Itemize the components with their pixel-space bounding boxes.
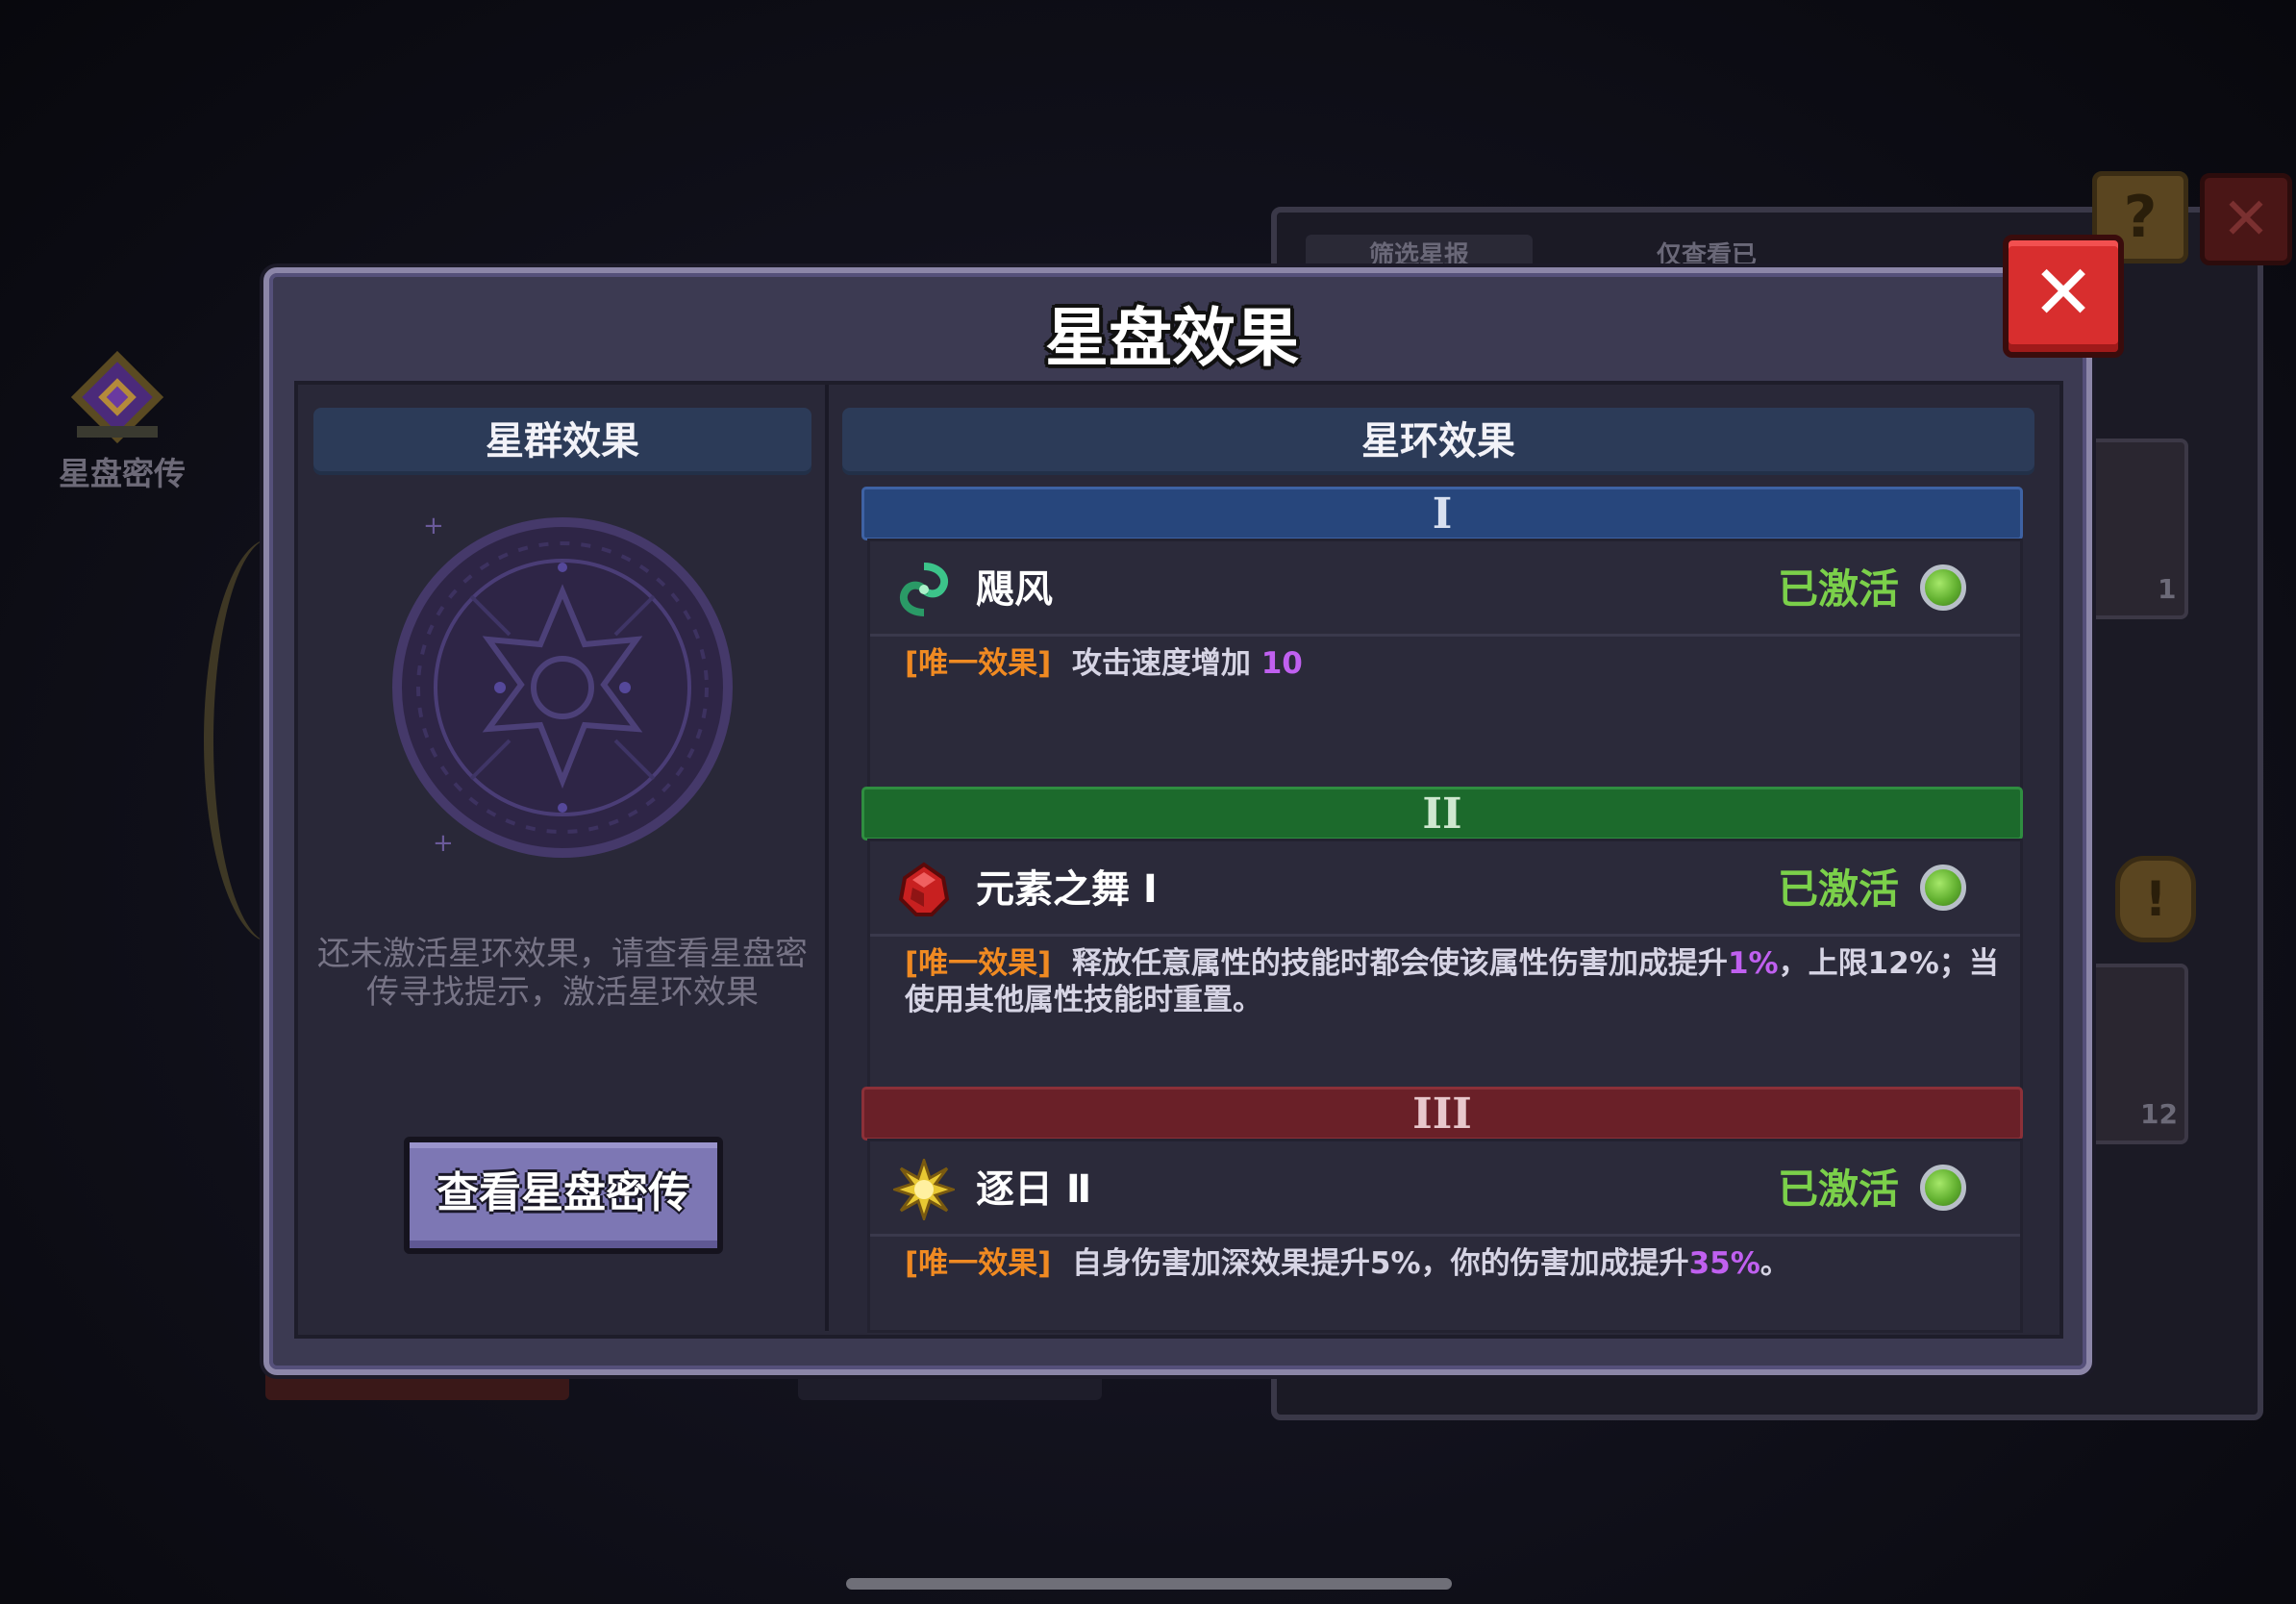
svg-text:+: + xyxy=(423,512,444,540)
cyclone-icon xyxy=(899,563,949,616)
slot-count: 1 xyxy=(2158,573,2177,605)
slot-count: 12 xyxy=(2140,1098,2178,1130)
svg-text:+: + xyxy=(433,829,454,858)
activated-status: 已激活 xyxy=(1778,865,1900,913)
ring-effect-card: 元素之舞 Ⅰ 已激活 [唯一效果] 释放任意属性的技能时都会使该属性伤害加成提升… xyxy=(867,839,2023,1090)
tier-3-bar: III xyxy=(861,1087,2023,1140)
ring-effect-card: 逐日 Ⅱ 已激活 [唯一效果] 自身伤害加深效果提升5%，你的伤害加成提升35%… xyxy=(867,1139,2023,1333)
effect-description: [唯一效果] 自身伤害加深效果提升5%，你的伤害加成提升35%。 xyxy=(905,1245,2001,1282)
constellation-emblem-icon: + + xyxy=(392,512,733,858)
effect-description: [唯一效果] 攻击速度增加 10 xyxy=(905,645,2001,682)
filter-tab[interactable]: 筛选星报 xyxy=(1306,235,1533,269)
effect-name: 逐日 Ⅱ xyxy=(976,1167,1092,1212)
effect-name: 飓风 xyxy=(976,567,1053,612)
ring-effects-header: 星环效果 xyxy=(842,408,2034,475)
astrolabe-secret-label[interactable]: 星盘密传 xyxy=(50,448,194,494)
view-astrolabe-secret-button[interactable]: 查看星盘密传 xyxy=(404,1137,723,1254)
dialog-title: 星盘效果 xyxy=(1045,301,1299,375)
sun-icon xyxy=(893,1159,955,1220)
background-close-icon[interactable]: ✕ xyxy=(2200,173,2292,265)
effect-name: 元素之舞 Ⅰ xyxy=(976,867,1158,912)
unique-effect-tag: [唯一效果] xyxy=(905,1246,1052,1281)
red-crystal-icon xyxy=(898,862,950,916)
only-view-tab[interactable]: 仅查看已 xyxy=(1586,235,1827,269)
desc-highlight: 10 xyxy=(1260,646,1303,681)
activated-indicator-icon xyxy=(1920,1165,1966,1211)
tier-2-bar: II xyxy=(861,787,2023,840)
activated-indicator-icon xyxy=(1920,865,1966,911)
close-icon[interactable]: ✕ xyxy=(2003,235,2124,358)
tier-1-bar: I xyxy=(861,487,2023,540)
desc-text: 自身伤害加深效果提升5%，你的伤害加成提升 xyxy=(1071,1246,1689,1281)
constellation-effects-header: 星群效果 xyxy=(313,408,811,475)
activated-status: 已激活 xyxy=(1778,1165,1900,1213)
desc-text: 。 xyxy=(1759,1246,1790,1281)
column-divider xyxy=(825,385,829,1331)
effect-description: [唯一效果] 释放任意属性的技能时都会使该属性伤害加成提升1%，上限12%；当使… xyxy=(905,945,2001,1018)
activated-status: 已激活 xyxy=(1778,565,1900,613)
desc-text: 攻击速度增加 xyxy=(1071,646,1261,681)
no-ring-effect-hint: 还未激活星环效果，请查看星盘密传寻找提示，激活星环效果 xyxy=(317,935,808,1012)
warning-icon[interactable]: ! xyxy=(2115,856,2196,942)
unique-effect-tag: [唯一效果] xyxy=(905,946,1052,981)
activated-indicator-icon xyxy=(1920,564,1966,611)
desc-text: 释放任意属性的技能时都会使该属性伤害加成提升 xyxy=(1071,946,1728,981)
ring-effect-card: 飓风 已激活 [唯一效果] 攻击速度增加 10 xyxy=(867,539,2023,790)
desc-highlight: 1% xyxy=(1727,946,1779,981)
astrolabe-secret-icon xyxy=(71,351,163,443)
desc-highlight: 35% xyxy=(1688,1246,1760,1281)
home-indicator[interactable] xyxy=(846,1578,1452,1590)
unique-effect-tag: [唯一效果] xyxy=(905,646,1052,681)
